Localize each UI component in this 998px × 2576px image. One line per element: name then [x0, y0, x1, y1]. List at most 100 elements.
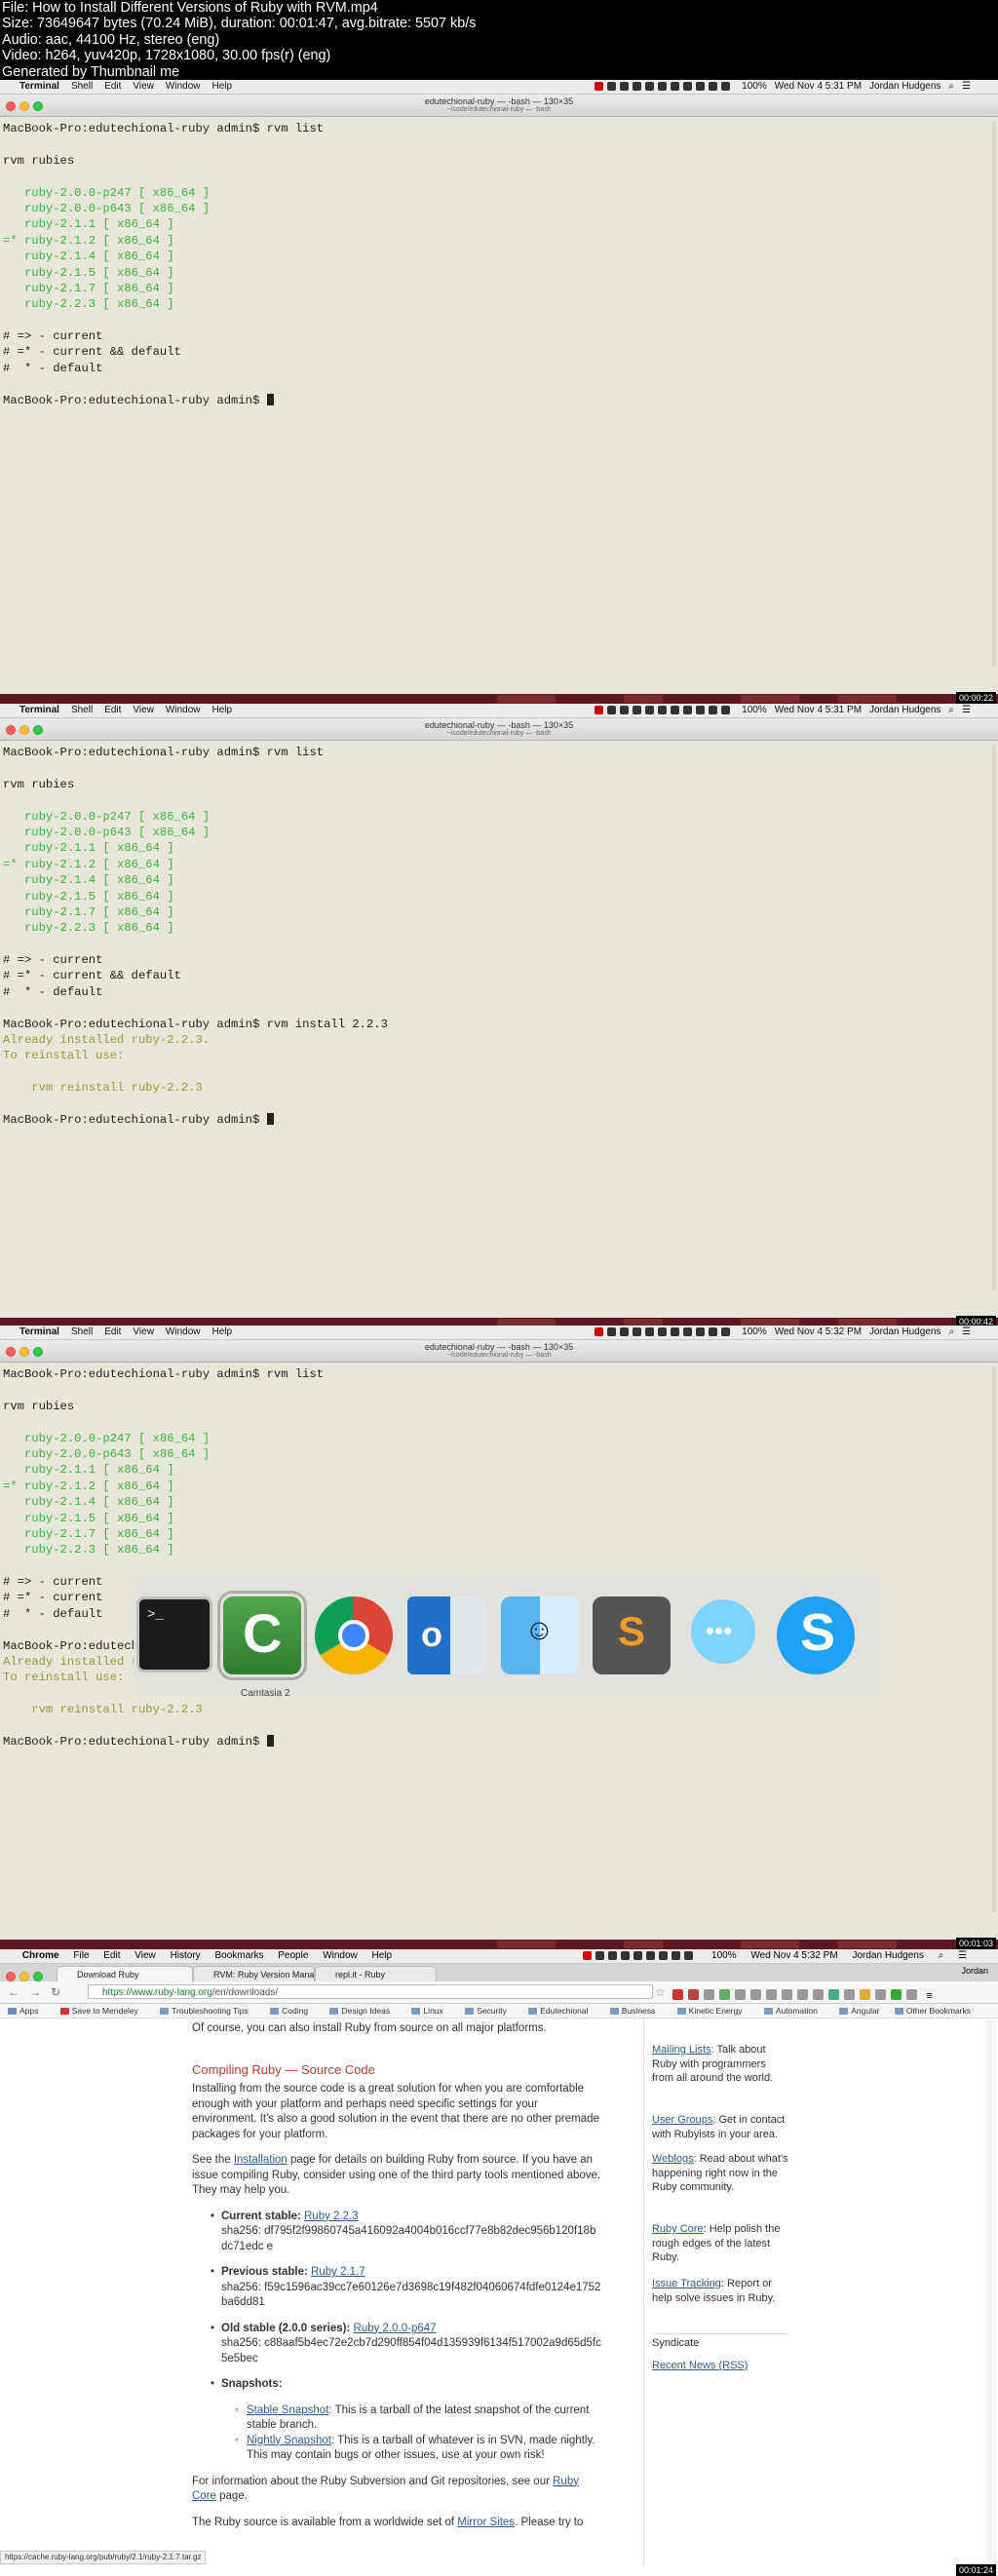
search-icon[interactable]: ⌕ [939, 1949, 944, 1963]
menubar-clock[interactable]: Wed Nov 4 5:31 PM [775, 80, 862, 94]
menu-app-terminal[interactable]: Terminal [19, 1326, 59, 1339]
menu-item[interactable]: Window [166, 704, 201, 717]
tab-replit[interactable]: repl.it - Ruby [315, 1966, 437, 1981]
menu-edit[interactable]: Edit [103, 1949, 120, 1963]
bookmark-apps[interactable]: Apps [8, 2004, 48, 2018]
bookmark-folder[interactable]: Kinetic Energy [676, 2004, 752, 2018]
close-icon[interactable] [6, 1972, 16, 1981]
bookmark-folder[interactable]: Security [465, 2004, 517, 2018]
menu-view[interactable]: View [134, 1949, 156, 1963]
zoom-icon[interactable] [33, 1972, 43, 1981]
extension-icon[interactable] [906, 1989, 917, 2001]
issue-tracking-link[interactable]: Issue Tracking [652, 2278, 721, 2289]
forward-icon[interactable]: → [29, 1985, 41, 1999]
chrome-menu-icon[interactable]: ≡ [926, 1990, 932, 2002]
menu-bookmarks[interactable]: Bookmarks [214, 1949, 263, 1963]
extension-icon[interactable] [750, 1989, 761, 2001]
current-stable-link[interactable]: Ruby 2.2.3 [304, 2211, 359, 2222]
menu-app-terminal[interactable]: Terminal [19, 80, 59, 94]
profile-name[interactable]: Jordan [961, 1966, 988, 1976]
other-bookmarks[interactable]: Other Bookmarks [894, 2004, 980, 2018]
notification-icon[interactable]: ☰ [962, 1326, 971, 1339]
previous-stable-link[interactable]: Ruby 2.1.7 [311, 2266, 365, 2278]
extension-icon[interactable] [891, 1989, 902, 2001]
menu-item[interactable]: Shell [71, 1326, 93, 1339]
menu-window[interactable]: Window [323, 1949, 358, 1963]
menubar-user[interactable]: Jordan Hudgens [869, 1326, 940, 1339]
bookmark-folder[interactable]: Angular [839, 2004, 889, 2018]
bookmark-folder[interactable]: Troubleshooting Tips [160, 2004, 258, 2018]
menubar-user[interactable]: Jordan Hudgens [852, 1949, 923, 1963]
menu-app-terminal[interactable]: Terminal [19, 704, 59, 717]
stable-snapshot-link[interactable]: Stable Snapshot [247, 2404, 328, 2416]
menu-item[interactable]: Window [166, 1326, 201, 1339]
menu-help[interactable]: Help [372, 1949, 393, 1963]
finder-icon[interactable]: ☺ [501, 1596, 579, 1674]
menu-item[interactable]: Help [212, 80, 233, 94]
menubar-clock[interactable]: Wed Nov 4 5:32 PM [775, 1326, 862, 1339]
menu-item[interactable]: Shell [71, 80, 93, 94]
extension-icon[interactable] [672, 1989, 683, 2001]
menu-item[interactable]: Edit [104, 1326, 121, 1339]
menubar-clock[interactable]: Wed Nov 4 5:32 PM [750, 1949, 837, 1963]
extension-icon[interactable] [735, 1989, 746, 2001]
search-icon[interactable]: ⌕ [948, 1326, 954, 1339]
menubar-user[interactable]: Jordan Hudgens [869, 80, 940, 94]
extension-icon[interactable] [813, 1989, 824, 2001]
bookmark-folder[interactable]: Business [609, 2004, 666, 2018]
menu-item[interactable]: Help [212, 1326, 233, 1339]
bookmark-folder[interactable]: Automation [763, 2004, 827, 2018]
star-icon[interactable]: ☆ [655, 1985, 666, 1999]
extension-icon[interactable] [860, 1989, 870, 2001]
menu-app-chrome[interactable]: Chrome [22, 1949, 59, 1963]
extension-icon[interactable] [766, 1989, 777, 2001]
nightly-snapshot-link[interactable]: Nightly Snapshot [247, 2435, 331, 2446]
menu-item[interactable]: View [133, 80, 154, 94]
terminal-output[interactable]: MacBook-Pro:edutechional-ruby admin$ rvm… [3, 121, 978, 408]
menu-item[interactable]: Help [212, 704, 233, 717]
address-bar[interactable]: https://www.ruby-lang.org/en/downloads/ [88, 1984, 653, 1999]
extension-icon[interactable] [875, 1989, 886, 2001]
minimize-icon[interactable] [19, 1972, 29, 1981]
extension-icon[interactable] [782, 1989, 792, 2001]
chrome-icon[interactable] [315, 1596, 393, 1674]
bookmark-folder[interactable]: Coding [270, 2004, 318, 2018]
menu-item[interactable]: Edit [104, 704, 121, 717]
sublime-icon[interactable]: S [593, 1596, 671, 1674]
extension-icon[interactable] [688, 1989, 699, 2001]
extension-icon[interactable] [719, 1989, 730, 2001]
bookmark-folder[interactable]: Design Ideas [329, 2004, 400, 2018]
notification-icon[interactable]: ☰ [962, 704, 971, 717]
menu-item[interactable]: Shell [71, 704, 93, 717]
old-stable-link[interactable]: Ruby 2.0.0-p647 [354, 2323, 437, 2334]
user-groups-link[interactable]: User Groups [652, 2114, 712, 2126]
rss-link[interactable]: Recent News (RSS) [652, 2360, 748, 2371]
weblogs-link[interactable]: Weblogs [652, 2153, 694, 2165]
messages-icon[interactable]: ••• [684, 1596, 762, 1674]
tab-rvm[interactable]: RVM: Ruby Version Manag [193, 1966, 315, 1981]
notification-icon[interactable]: ☰ [962, 80, 971, 94]
reload-icon[interactable]: ↻ [51, 1985, 60, 1999]
skype-icon[interactable]: S [777, 1596, 855, 1674]
menubar-clock[interactable]: Wed Nov 4 5:31 PM [775, 704, 862, 717]
extension-icon[interactable] [704, 1989, 714, 2001]
tab-download-ruby[interactable]: Download Ruby [57, 1966, 193, 1981]
extension-icon[interactable] [797, 1989, 808, 2001]
mailing-lists-link[interactable]: Mailing Lists [652, 2044, 711, 2056]
menu-item[interactable]: View [133, 1326, 154, 1339]
menu-item[interactable]: Window [166, 80, 201, 94]
installation-link[interactable]: Installation [234, 2154, 288, 2166]
camtasia-icon[interactable]: C [217, 1591, 307, 1680]
scrollbar[interactable] [992, 1366, 996, 1912]
terminal-output[interactable]: MacBook-Pro:edutechional-ruby admin$ rvm… [3, 745, 978, 1128]
outlook-icon[interactable]: o [407, 1596, 485, 1674]
menu-people[interactable]: People [278, 1949, 308, 1963]
search-icon[interactable]: ⌕ [948, 80, 954, 94]
notification-icon[interactable]: ☰ [958, 1949, 967, 1963]
menu-item[interactable]: Edit [104, 80, 121, 94]
extension-icon[interactable] [844, 1989, 855, 2001]
menu-history[interactable]: History [171, 1949, 201, 1963]
bookmark-item[interactable]: Save to Mendeley [59, 2004, 148, 2018]
bookmark-folder[interactable]: Linux [411, 2004, 452, 2018]
ruby-core-sidebar-link[interactable]: Ruby Core [652, 2223, 704, 2235]
